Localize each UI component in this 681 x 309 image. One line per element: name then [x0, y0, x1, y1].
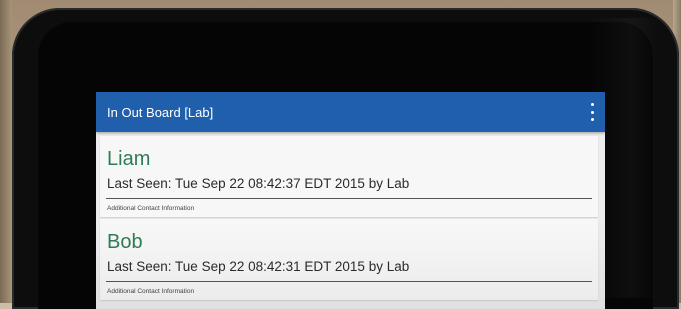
menu-dot [590, 110, 594, 114]
contact-last-seen: Last Seen: Tue Sep 22 08:42:31 EDT 2015 … [107, 259, 410, 274]
contact-additional-info[interactable]: Additional Contact Information [107, 205, 194, 213]
menu-dot [590, 118, 594, 121]
contact-card[interactable]: Bob Last Seen: Tue Sep 22 08:42:31 EDT 2… [100, 219, 598, 300]
menu-dot [590, 103, 594, 106]
contact-additional-info[interactable]: Additional Contact Information [107, 288, 194, 296]
wall-left [0, 0, 12, 309]
app-title: In Out Board [Lab] [107, 105, 214, 120]
contact-last-seen: Last Seen: Tue Sep 22 08:42:37 EDT 2015 … [107, 176, 410, 191]
card-divider [106, 198, 592, 199]
contact-card[interactable]: Liam Last Seen: Tue Sep 22 08:42:37 EDT … [100, 136, 598, 217]
contact-name: Bob [107, 231, 143, 253]
app-bar: In Out Board [Lab] [96, 92, 605, 132]
card-divider [106, 281, 592, 282]
overflow-menu-icon[interactable] [587, 103, 597, 121]
contact-name: Liam [107, 148, 151, 170]
app-screen: In Out Board [Lab] Liam Last Seen: Tue S… [96, 92, 605, 309]
